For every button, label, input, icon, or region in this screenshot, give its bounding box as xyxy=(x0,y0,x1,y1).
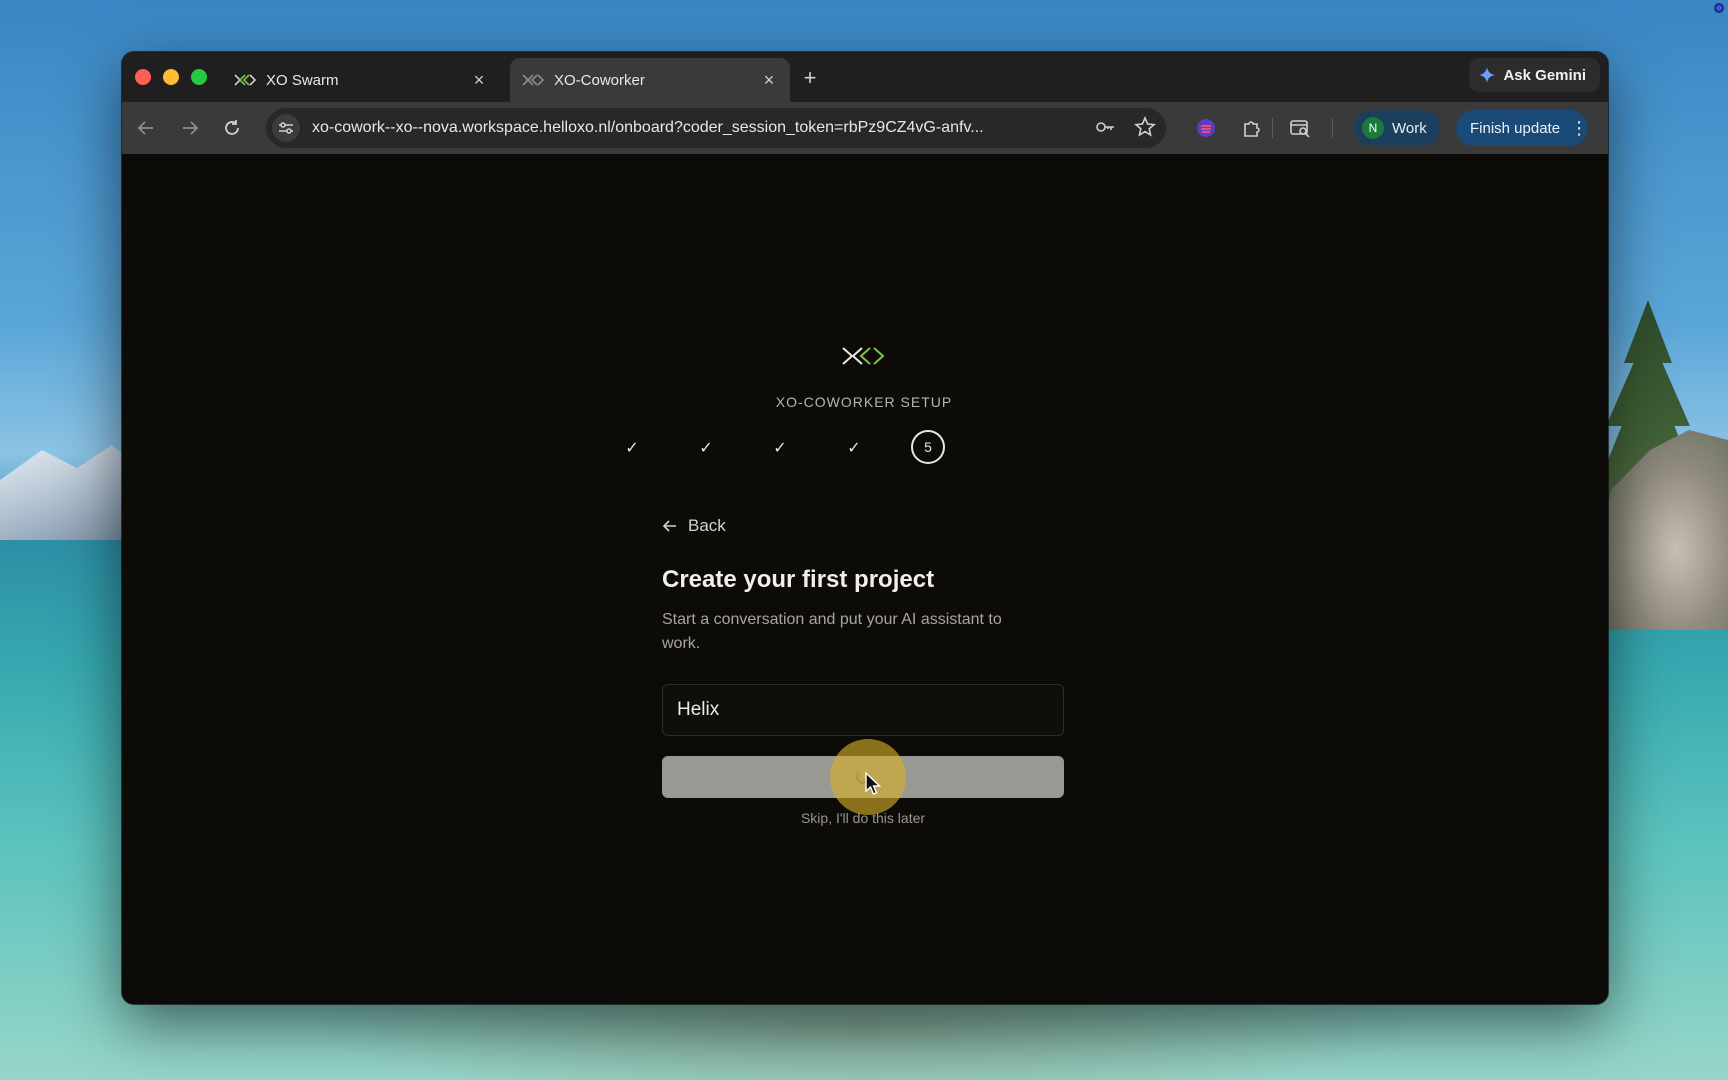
tab-xo-swarm[interactable]: XO Swarm × xyxy=(222,58,500,102)
url-text[interactable]: xo-cowork--xo--nova.workspace.helloxo.nl… xyxy=(312,119,1072,137)
step-current: 5 xyxy=(911,430,945,464)
minimize-window-button[interactable] xyxy=(163,69,179,85)
tab-xo-coworker[interactable]: XO-Coworker × xyxy=(510,58,790,102)
xo-favicon-icon xyxy=(522,73,544,87)
zoom-window-button[interactable] xyxy=(191,69,207,85)
back-arrow-icon[interactable] xyxy=(134,116,158,140)
close-tab-icon[interactable]: × xyxy=(470,70,488,90)
step-completed-check-icon: ✓ xyxy=(699,440,713,457)
bookmark-star-icon[interactable] xyxy=(1134,115,1156,143)
project-name-input[interactable] xyxy=(663,685,1063,735)
browser-window: XO Swarm × XO-Coworker × + Ask Gemini xo… xyxy=(122,52,1608,1004)
avatar: N xyxy=(1362,117,1384,139)
back-label: Back xyxy=(688,516,726,535)
onboarding-page: XO-COWORKER SETUP ✓ ✓ ✓ ✓ 5 Back Create … xyxy=(122,154,1608,1004)
step-completed-check-icon: ✓ xyxy=(773,440,787,457)
gemini-sparkle-icon xyxy=(1479,67,1496,83)
step-completed-check-icon: ✓ xyxy=(847,440,861,457)
toolbar-divider xyxy=(1332,118,1333,138)
forward-arrow-icon[interactable] xyxy=(178,116,202,140)
close-tab-icon[interactable]: × xyxy=(760,70,778,90)
tab-title: XO Swarm xyxy=(266,71,339,89)
tab-bar: XO Swarm × XO-Coworker × + Ask Gemini xyxy=(122,52,1608,102)
close-window-button[interactable] xyxy=(135,69,151,85)
address-bar[interactable]: xo-cowork--xo--nova.workspace.helloxo.nl… xyxy=(266,108,1166,148)
xo-logo-icon xyxy=(842,347,885,365)
mountain-scenery xyxy=(0,445,140,540)
profile-label: Work xyxy=(1392,119,1427,137)
extension-icon[interactable] xyxy=(1194,116,1218,140)
finish-update-label: Finish update xyxy=(1470,119,1561,137)
new-tab-button[interactable]: + xyxy=(798,65,822,90)
puzzle-icon[interactable] xyxy=(1240,116,1264,140)
page-subtitle: Start a conversation and put your AI ass… xyxy=(662,611,1002,652)
back-arrow-icon xyxy=(662,520,676,532)
step-completed-check-icon: ✓ xyxy=(625,440,639,457)
menu-bar-status-dot xyxy=(1714,3,1724,13)
reload-icon[interactable] xyxy=(220,116,244,140)
toolbar-divider xyxy=(1272,118,1273,138)
profile-chip[interactable]: N Work xyxy=(1354,110,1441,146)
browser-toolbar: xo-cowork--xo--nova.workspace.helloxo.nl… xyxy=(122,102,1608,154)
step-indicator: ✓ ✓ ✓ ✓ 5 xyxy=(614,430,1114,466)
password-key-icon[interactable] xyxy=(1094,116,1116,143)
project-name-field[interactable] xyxy=(662,684,1064,736)
ask-gemini-label: Ask Gemini xyxy=(1503,66,1586,84)
page-title: Create your first project xyxy=(662,566,935,593)
setup-title: XO-COWORKER SETUP xyxy=(775,394,953,410)
kebab-menu-icon[interactable]: ⋮ xyxy=(1570,118,1588,139)
tab-title: XO-Coworker xyxy=(554,71,645,89)
tab-search-icon[interactable] xyxy=(1288,116,1312,140)
ask-gemini-button[interactable]: Ask Gemini xyxy=(1469,58,1600,92)
finish-update-button[interactable]: Finish update ⋮ xyxy=(1456,110,1589,146)
back-button[interactable]: Back xyxy=(662,516,726,536)
mouse-cursor-icon xyxy=(865,772,882,795)
site-settings-icon[interactable] xyxy=(272,114,300,142)
xo-favicon-icon xyxy=(234,73,256,87)
